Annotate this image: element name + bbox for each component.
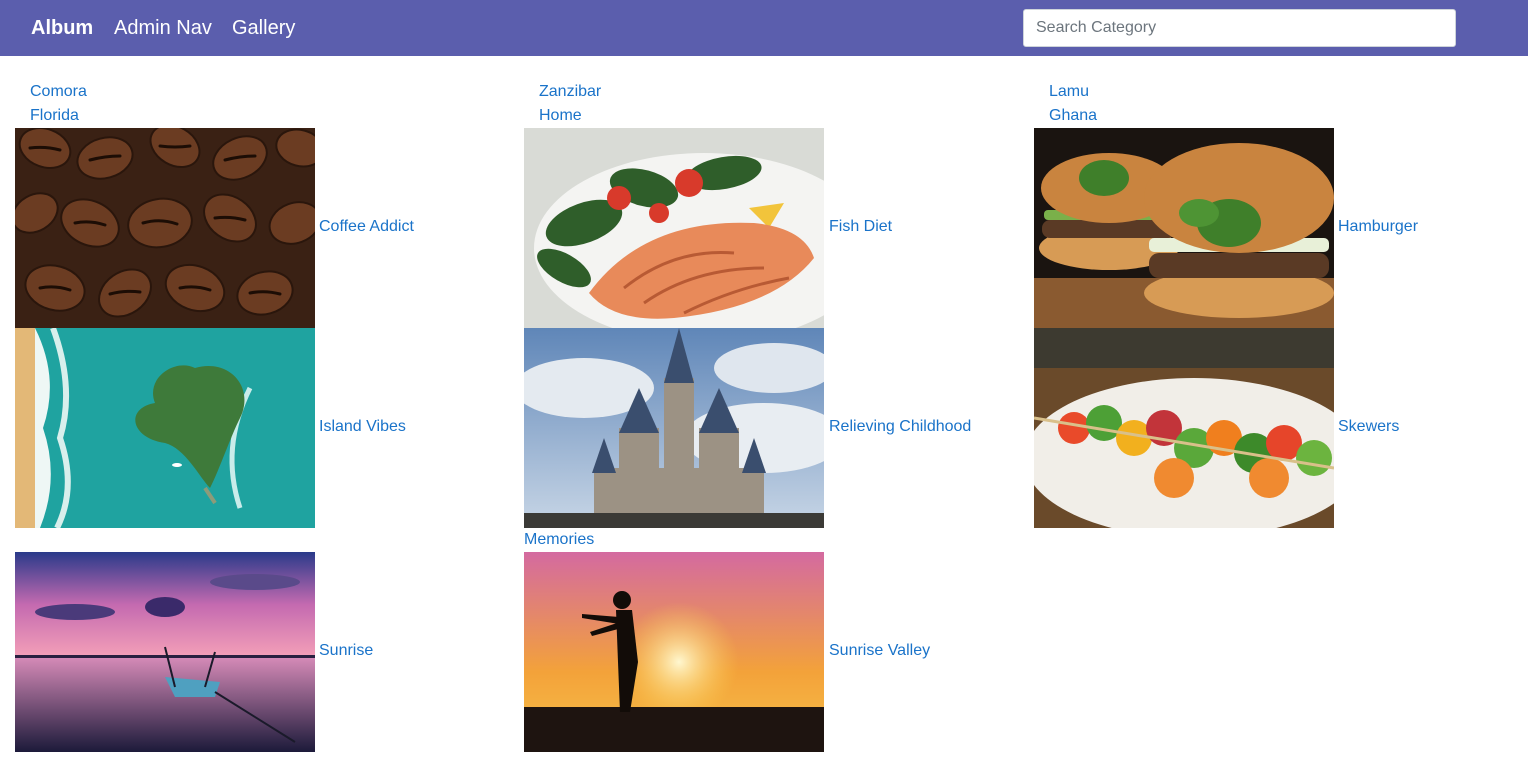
coffee-beans-image[interactable] — [15, 128, 315, 328]
category-link-comora[interactable]: Comora — [30, 82, 87, 102]
nav-link-gallery[interactable]: Gallery — [232, 16, 295, 40]
album-link-sunrise[interactable]: Sunrise — [319, 641, 373, 661]
category-link-memories[interactable]: Memories — [524, 530, 594, 550]
album-link-relieving-childhood[interactable]: Relieving Childhood — [829, 417, 971, 437]
nav-link-admin-nav[interactable]: Admin Nav — [114, 16, 212, 40]
album-link-hamburger[interactable]: Hamburger — [1338, 217, 1418, 237]
album-link-coffee-addict[interactable]: Coffee Addict — [319, 217, 414, 237]
heart-shaped-island-image[interactable] — [15, 328, 315, 528]
album-link-island-vibes[interactable]: Island Vibes — [319, 417, 406, 437]
album-link-fish-diet[interactable]: Fish Diet — [829, 217, 892, 237]
category-link-florida[interactable]: Florida — [30, 106, 79, 126]
top-navbar: Album Admin Nav Gallery — [0, 0, 1528, 56]
burgers-with-basil-image[interactable] — [1034, 128, 1334, 328]
category-link-zanzibar[interactable]: Zanzibar — [539, 82, 601, 102]
brand-link[interactable]: Album — [31, 16, 93, 40]
category-link-home[interactable]: Home — [539, 106, 582, 126]
category-link-lamu[interactable]: Lamu — [1049, 82, 1089, 102]
silhouette-at-sunrise-image[interactable] — [524, 552, 824, 752]
search-category-input[interactable] — [1023, 9, 1456, 47]
album-link-skewers[interactable]: Skewers — [1338, 417, 1399, 437]
album-link-sunrise-valley[interactable]: Sunrise Valley — [829, 641, 930, 661]
boat-on-purple-sea-image[interactable] — [15, 552, 315, 752]
vegetable-skewers-image[interactable] — [1034, 328, 1334, 528]
fairytale-castle-image[interactable] — [524, 328, 824, 528]
salmon-salad-plate-image[interactable] — [524, 128, 824, 328]
category-link-ghana[interactable]: Ghana — [1049, 106, 1097, 126]
